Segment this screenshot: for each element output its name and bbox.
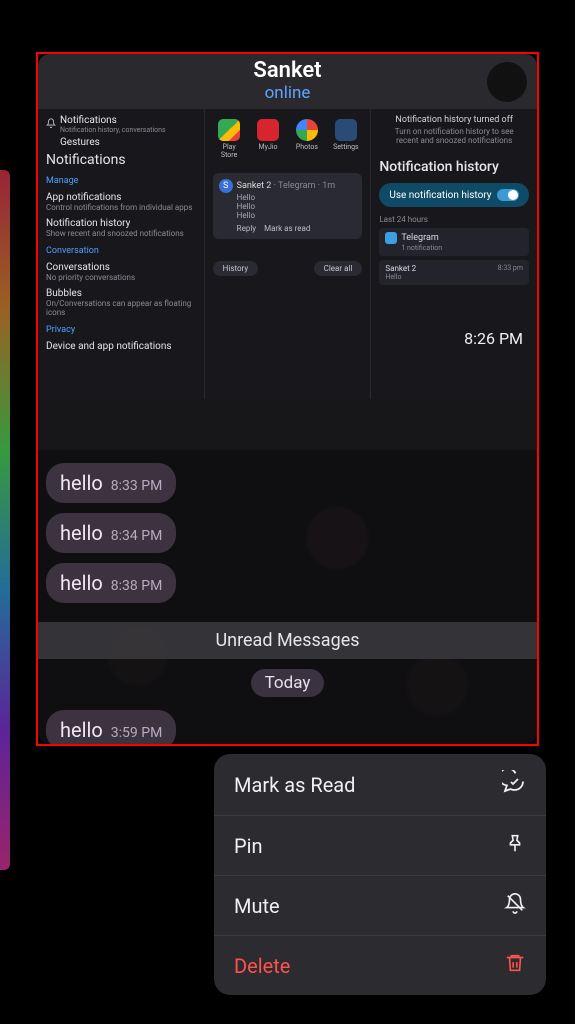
settings-heading: Notifications bbox=[46, 152, 196, 168]
section-manage: Manage bbox=[46, 176, 196, 186]
chat-preview-card[interactable]: Sanket online Notifications Notification… bbox=[38, 54, 537, 744]
history-col: Notification history turned off Turn on … bbox=[370, 109, 537, 399]
menu-label: Delete bbox=[234, 954, 290, 978]
history-heading: Notification history bbox=[379, 159, 529, 175]
section-privacy: Privacy bbox=[46, 325, 196, 335]
app-settings: Settings bbox=[333, 119, 359, 159]
trash-icon bbox=[504, 952, 526, 979]
history-item: Sanket 2 Hello 8:33 pm bbox=[379, 260, 529, 285]
day-chip: Today bbox=[251, 669, 325, 697]
app-photos: Photos bbox=[294, 119, 320, 159]
setting-conversations: Conversations No priority conversations bbox=[46, 262, 196, 282]
message-bubble[interactable]: hello8:34 PM bbox=[46, 513, 176, 553]
chat-title: Sanket bbox=[38, 58, 537, 83]
app-myjio: MyJio bbox=[255, 119, 281, 159]
avatar[interactable] bbox=[487, 62, 527, 102]
notif-reply: Reply bbox=[237, 224, 256, 233]
notification-card: S Sanket 2 · Telegram · 1m Hello Hello H… bbox=[213, 173, 363, 239]
context-menu: Mark as Read Pin Mute Delete bbox=[214, 754, 546, 995]
chat-check-icon bbox=[502, 770, 526, 799]
attachment-timestamp: 8:26 PM bbox=[379, 329, 529, 348]
message-bubble[interactable]: hello8:38 PM bbox=[46, 563, 176, 603]
last24-label: Last 24 hours bbox=[379, 215, 529, 224]
clearall-pill: Clear all bbox=[314, 261, 363, 276]
menu-label: Pin bbox=[234, 834, 263, 858]
menu-pin[interactable]: Pin bbox=[214, 816, 546, 876]
unread-separator: Unread Messages bbox=[38, 622, 537, 659]
notif-mark: Mark as read bbox=[264, 224, 310, 233]
homescreen-col: Play Store MyJio Photos Settings S Sanke… bbox=[204, 109, 371, 399]
menu-delete[interactable]: Delete bbox=[214, 936, 546, 995]
history-hint: Notification history turned off Turn on … bbox=[379, 115, 529, 145]
chat-body[interactable]: hello8:33 PM hello8:34 PM hello8:38 PM U… bbox=[38, 450, 537, 744]
settings-row-gestures: Gestures bbox=[60, 137, 196, 148]
settings-col: Notifications Notification history, conv… bbox=[38, 109, 204, 399]
menu-label: Mute bbox=[234, 894, 280, 918]
toggle-switch-icon bbox=[497, 189, 519, 201]
history-pill: History bbox=[213, 261, 258, 276]
bell-off-icon bbox=[504, 892, 526, 919]
setting-app-notifications: App notifications Control notifications … bbox=[46, 192, 196, 212]
rainbow-sidebar bbox=[0, 170, 10, 870]
menu-label: Mark as Read bbox=[234, 773, 355, 797]
setting-notification-history: Notification history Show recent and sno… bbox=[46, 218, 196, 238]
setting-device-app: Device and app notifications bbox=[46, 341, 196, 352]
message-bubble[interactable]: hello8:33 PM bbox=[46, 463, 176, 503]
setting-bubbles: Bubbles On/Conversations can appear as f… bbox=[46, 288, 196, 317]
chat-header[interactable]: Sanket online bbox=[38, 54, 537, 109]
chat-status: online bbox=[38, 83, 537, 103]
menu-mute[interactable]: Mute bbox=[214, 876, 546, 936]
sender-avatar: S bbox=[219, 179, 233, 193]
telegram-icon bbox=[385, 232, 397, 244]
settings-row-sub: Notification history, conversations bbox=[60, 126, 166, 134]
app-row: Play Store MyJio Photos Settings bbox=[213, 115, 363, 167]
attached-image[interactable]: Notifications Notification history, conv… bbox=[38, 109, 537, 399]
bell-icon bbox=[46, 118, 56, 131]
telegram-history-card: Telegram 1 notification bbox=[379, 228, 529, 256]
menu-mark-as-read[interactable]: Mark as Read bbox=[214, 754, 546, 816]
message-bubble[interactable]: hello3:59 PM bbox=[46, 710, 176, 744]
pin-icon bbox=[504, 832, 526, 859]
app-playstore: Play Store bbox=[216, 119, 242, 159]
history-toggle: Use notification history bbox=[379, 183, 529, 207]
settings-row-title: Notifications bbox=[60, 115, 166, 126]
section-conversation: Conversation bbox=[46, 246, 196, 256]
